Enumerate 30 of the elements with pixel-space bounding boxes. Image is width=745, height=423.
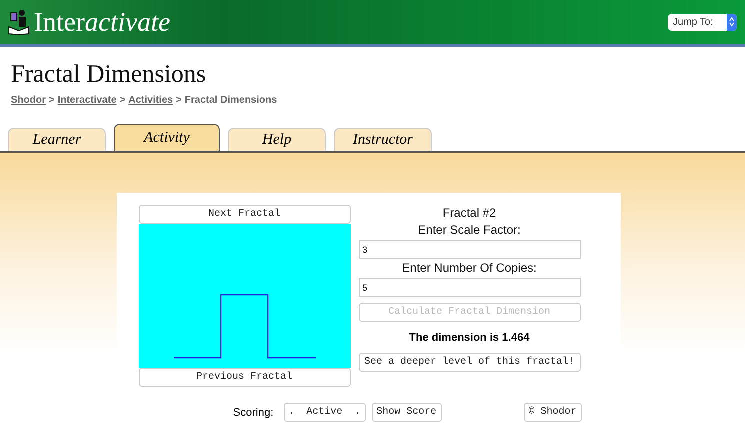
breadcrumb-link[interactable]: Interactivate (58, 95, 117, 106)
credit-button[interactable]: © Shodor (524, 403, 582, 422)
logo[interactable]: Interactivate (8, 6, 170, 38)
breadcrumb-link[interactable]: Shodor (11, 95, 46, 106)
show-score-button[interactable]: Show Score (372, 403, 442, 422)
scale-factor-field[interactable]: 3 (358, 240, 580, 259)
scoring-label: Scoring: (233, 406, 274, 418)
updown-icon (729, 17, 735, 27)
next-fractal-button[interactable]: Next Fractal (138, 205, 350, 224)
previous-fractal-button[interactable]: Previous Fractal (138, 368, 350, 387)
jump-to-dropdown[interactable]: Jump To: (668, 14, 737, 30)
logo-text: Interactivate (34, 6, 170, 38)
breadcrumb-current-page: Fractal Dimensions (184, 95, 278, 106)
breadcrumb-separator: > (120, 95, 126, 106)
scoring-mode-button[interactable]: . Active . (284, 403, 366, 422)
page-title: Fractal Dimensions (11, 61, 208, 89)
tab[interactable]: Activity (114, 124, 220, 151)
tab[interactable]: Learner (8, 128, 106, 151)
reader-icon (8, 9, 30, 35)
fractal-title: Fractal #2 (442, 205, 498, 222)
deeper-level-button[interactable]: See a deeper level of this fractal! (358, 353, 580, 372)
result-text: The dimension is 1.464 (408, 332, 531, 344)
tab[interactable]: Help (228, 128, 326, 151)
breadcrumb-link[interactable]: Activities (128, 95, 174, 106)
copies-field[interactable]: 5 (358, 278, 580, 297)
tab[interactable]: Instructor (334, 128, 432, 151)
scale-factor-label: Enter Scale Factor: (417, 222, 522, 239)
breadcrumb-separator: > (176, 95, 182, 106)
breadcrumb-separator: > (49, 95, 55, 106)
copies-label: Enter Number Of Copies: (401, 260, 538, 277)
